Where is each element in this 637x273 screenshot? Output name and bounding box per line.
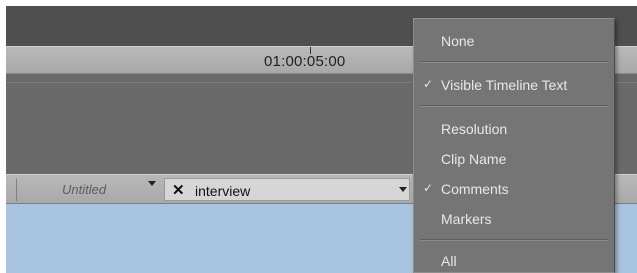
menu-item-resolution[interactable]: Resolution	[414, 115, 614, 143]
close-icon[interactable]: ✕	[172, 181, 185, 199]
menu-item-all[interactable]: All	[414, 247, 614, 273]
menu-item-label: Resolution	[441, 121, 508, 137]
menu-item-label: Markers	[441, 211, 492, 227]
menu-item-visible-timeline-text[interactable]: ✓ Visible Timeline Text	[414, 71, 614, 99]
menu-item-label: Comments	[441, 181, 509, 197]
menu-item-label: All	[441, 253, 457, 269]
timeline-text-menu: None ✓ Visible Timeline Text Resolution …	[413, 18, 615, 273]
tab-divider	[16, 179, 17, 201]
tab-interview-label: interview	[195, 183, 251, 199]
menu-item-clip-name[interactable]: Clip Name	[414, 145, 614, 173]
checkmark-icon: ✓	[423, 77, 434, 91]
menu-item-markers[interactable]: Markers	[414, 205, 614, 233]
menu-item-label: None	[441, 33, 475, 49]
tab-interview-dropdown-icon[interactable]	[399, 187, 407, 192]
menu-item-label: Visible Timeline Text	[441, 77, 568, 93]
menu-separator	[420, 61, 608, 63]
tab-untitled[interactable]: Untitled	[36, 179, 164, 200]
menu-separator	[420, 239, 608, 241]
menu-separator	[420, 105, 608, 107]
menu-item-none[interactable]: None	[414, 27, 614, 55]
timecode-label: 01:00:05:00	[264, 53, 346, 70]
tab-untitled-dropdown-icon[interactable]	[148, 181, 156, 186]
tab-untitled-label: Untitled	[62, 182, 107, 197]
tab-interview[interactable]: ✕ interview	[164, 178, 410, 201]
menu-item-comments[interactable]: ✓ Comments	[414, 175, 614, 203]
timeline-window: 01:00:05:00 Untitled ✕ interview None ✓ …	[6, 6, 637, 273]
checkmark-icon: ✓	[423, 181, 434, 195]
menu-item-label: Clip Name	[441, 151, 507, 167]
